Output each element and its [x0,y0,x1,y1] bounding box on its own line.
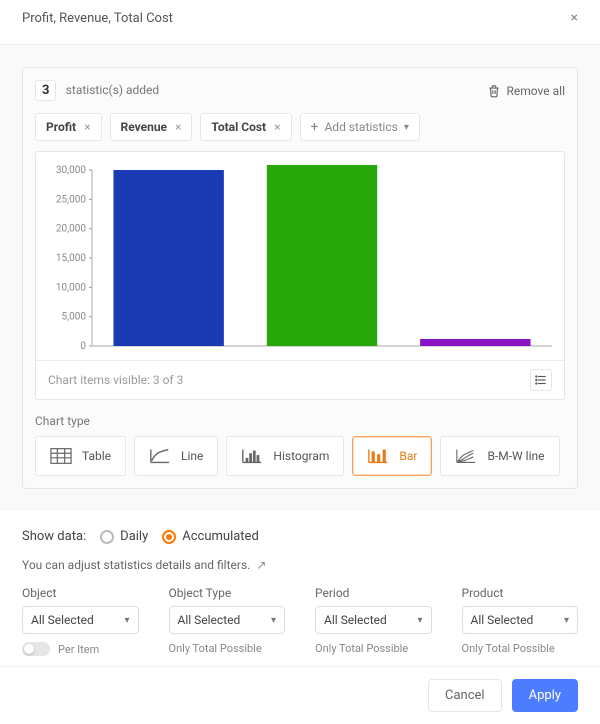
svg-text:0: 0 [80,341,86,352]
chart-type-bmw-line[interactable]: B-M-W line [440,436,559,476]
chart-type-row: Table Line Histogram [35,436,565,476]
dropdown-value: All Selected [471,613,534,627]
add-stat-label: Add statistics [324,120,397,134]
bar-chart: 0 5,000 10,000 15,000 20,000 25,000 30,000 [42,160,562,360]
chart-type-label: Histogram [273,449,329,463]
svg-text:10,000: 10,000 [56,282,86,293]
radio-label: Daily [120,529,148,544]
bar-icon [367,447,389,465]
chart-type-bar[interactable]: Bar [352,436,432,476]
cancel-button[interactable]: Cancel [428,679,502,712]
filter-period: Period All Selected ▾ Only Total Possibl… [315,586,432,656]
dropdown-value: All Selected [324,613,387,627]
svg-text:15,000: 15,000 [56,253,86,264]
chart-list-button[interactable] [530,369,552,391]
chart-type-label: Bar [399,449,417,463]
stats-added-text: statistic(s) added [66,83,159,97]
help-line[interactable]: You can adjust statistics details and fi… [22,558,578,572]
stats-count: 3 [35,80,56,101]
chart-type-label: Line [181,449,203,463]
filter-note: Only Total Possible [315,642,408,655]
dialog-title: Profit, Revenue, Total Cost [22,11,173,26]
stats-added: 3 statistic(s) added [35,80,159,101]
chevron-down-icon: ▾ [417,615,422,626]
close-icon[interactable]: × [274,120,280,134]
table-icon [50,447,72,465]
radio-daily[interactable]: Daily [100,529,148,544]
line-icon [149,447,171,465]
close-icon[interactable]: × [84,120,90,134]
dropdown-object-type[interactable]: All Selected ▾ [169,606,286,634]
svg-text:30,000: 30,000 [56,165,86,176]
close-icon[interactable]: × [175,120,181,134]
chip-profit[interactable]: Profit × [35,113,102,141]
bmw-line-icon [455,447,477,465]
histogram-icon [241,447,263,465]
filters-row: Object All Selected ▾ Per Item Object Ty… [22,586,578,656]
chart-type-line[interactable]: Line [134,436,218,476]
filter-object-type: Object Type All Selected ▾ Only Total Po… [169,586,286,656]
show-data-label: Show data: [22,529,86,544]
svg-text:25,000: 25,000 [56,194,86,205]
show-data-row: Show data: Daily Accumulated [22,529,578,544]
close-icon[interactable]: × [571,10,578,26]
chevron-down-icon: ▾ [564,615,569,626]
chart-area: 0 5,000 10,000 15,000 20,000 25,000 30,000 Cha… [35,151,565,400]
filter-label: Object [22,586,139,600]
chip-label: Revenue [121,120,168,134]
chart-visible-label: Chart items visible: 3 of 3 [48,373,183,387]
chart-type-label: Table [82,449,111,463]
dialog-footer: Cancel Apply [0,666,600,724]
filter-label: Period [315,586,432,600]
radio-icon [100,530,114,544]
list-icon [534,373,548,387]
remove-all-label: Remove all [507,84,565,98]
plus-icon: + [311,120,319,134]
svg-text:20,000: 20,000 [56,224,86,235]
chevron-down-icon: ▾ [404,122,409,133]
external-link-icon: ↗ [256,558,266,572]
chip-label: Total Cost [211,120,266,134]
filter-label: Object Type [169,586,286,600]
chevron-down-icon: ▾ [271,615,276,626]
chevron-down-icon: ▾ [124,615,129,626]
chip-total-cost[interactable]: Total Cost × [200,113,291,141]
add-statistics-button[interactable]: + Add statistics ▾ [300,113,420,141]
dialog-header: Profit, Revenue, Total Cost × [0,0,600,45]
stat-chips-row: Profit × Revenue × Total Cost × + Add st… [35,113,565,141]
dropdown-value: All Selected [178,613,241,627]
radio-icon [162,530,176,544]
chip-label: Profit [46,120,76,134]
chart-type-table[interactable]: Table [35,436,126,476]
radio-accumulated[interactable]: Accumulated [162,529,259,544]
chart-type-label: B-M-W line [487,449,544,463]
apply-button[interactable]: Apply [512,679,578,712]
filter-label: Product [462,586,579,600]
filter-note: Only Total Possible [169,642,262,655]
chip-revenue[interactable]: Revenue × [110,113,193,141]
help-text: You can adjust statistics details and fi… [22,558,250,572]
svg-text:5,000: 5,000 [62,312,87,323]
trash-icon [487,84,501,98]
stats-panel: 3 statistic(s) added Remove all Profit ×… [22,67,578,489]
remove-all-button[interactable]: Remove all [487,84,565,98]
dropdown-object[interactable]: All Selected ▾ [22,606,139,634]
chart-type-histogram[interactable]: Histogram [226,436,344,476]
dropdown-product[interactable]: All Selected ▾ [462,606,579,634]
chart-type-label: Chart type [35,414,565,428]
filter-product: Product All Selected ▾ Only Total Possib… [462,586,579,656]
filter-note: Per Item [58,643,99,656]
filter-note: Only Total Possible [462,642,555,655]
radio-label: Accumulated [182,529,259,544]
toggle-per-item[interactable] [22,642,50,656]
filter-object: Object All Selected ▾ Per Item [22,586,139,656]
dropdown-value: All Selected [31,613,94,627]
dropdown-period[interactable]: All Selected ▾ [315,606,432,634]
